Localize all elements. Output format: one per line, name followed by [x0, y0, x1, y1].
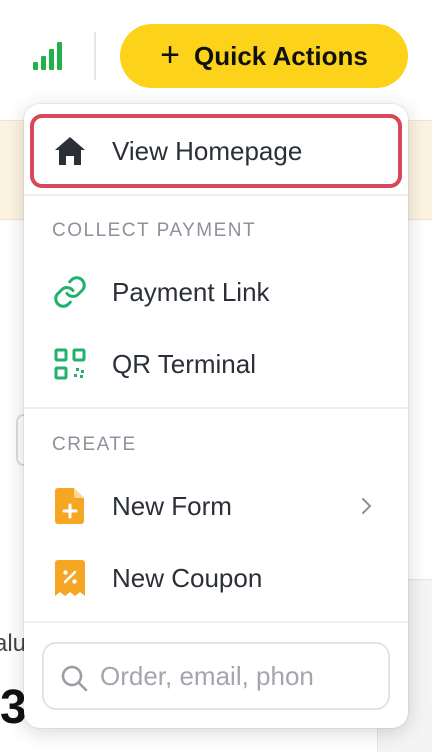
qr-code-icon — [52, 346, 88, 382]
menu-item-label: View Homepage — [112, 135, 303, 166]
coupon-icon — [52, 560, 88, 596]
menu-divider — [24, 621, 408, 623]
menu-item-label: New Coupon — [112, 562, 263, 593]
menu-item-qr-terminal[interactable]: QR Terminal — [24, 332, 408, 396]
search-field[interactable] — [42, 642, 390, 710]
chevron-right-icon — [362, 498, 371, 514]
quick-actions-menu: View Homepage COLLECT PAYMENT Payment Li… — [24, 104, 408, 728]
new-form-icon — [52, 488, 88, 524]
quick-actions-button[interactable]: + Quick Actions — [120, 24, 408, 88]
search-input[interactable] — [100, 658, 384, 694]
section-title-create: CREATE — [52, 434, 137, 455]
menu-item-new-form[interactable]: New Form — [24, 474, 408, 538]
menu-item-payment-link[interactable]: Payment Link — [24, 260, 408, 324]
menu-item-view-homepage[interactable]: View Homepage — [30, 114, 402, 188]
home-icon — [52, 133, 88, 169]
signal-bars-icon — [33, 42, 62, 70]
menu-item-label: New Form — [112, 490, 232, 521]
menu-item-new-coupon[interactable]: New Coupon — [24, 546, 408, 610]
menu-divider — [24, 194, 408, 196]
search-icon — [61, 665, 88, 692]
menu-item-label: QR Terminal — [112, 348, 257, 379]
header-divider — [94, 32, 96, 80]
link-icon — [52, 274, 88, 310]
top-bar: + Quick Actions — [0, 0, 432, 120]
menu-item-label: Payment Link — [112, 276, 270, 307]
quick-actions-label: Quick Actions — [194, 40, 368, 71]
stat-label: alu — [0, 630, 27, 657]
plus-icon: + — [160, 35, 180, 74]
section-title-collect-payment: COLLECT PAYMENT — [52, 220, 257, 241]
menu-divider — [24, 407, 408, 409]
